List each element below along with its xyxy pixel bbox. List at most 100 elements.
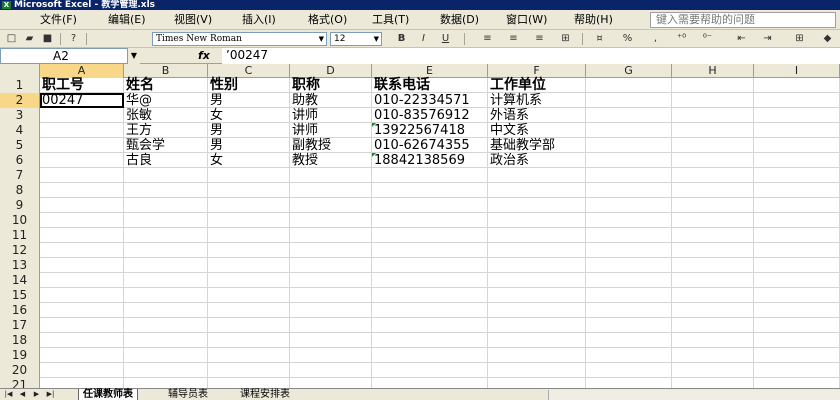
cell-g21[interactable] <box>586 378 672 388</box>
column-header-d[interactable]: D <box>290 64 372 78</box>
select-all-corner[interactable] <box>0 64 40 78</box>
cell-h2[interactable] <box>672 93 754 108</box>
cell-e21[interactable] <box>372 378 488 388</box>
cell-f15[interactable] <box>488 288 586 303</box>
cell-d15[interactable] <box>290 288 372 303</box>
menu-help[interactable]: 帮助(H) <box>574 13 613 27</box>
cell-g20[interactable] <box>586 363 672 378</box>
cell-f7[interactable] <box>488 168 586 183</box>
cell-f6[interactable]: 政治系 <box>488 153 586 168</box>
cell-c6[interactable]: 女 <box>208 153 290 168</box>
cell-a7[interactable] <box>40 168 124 183</box>
cell-h14[interactable] <box>672 273 754 288</box>
cell-g16[interactable] <box>586 303 672 318</box>
menu-format[interactable]: 格式(O) <box>308 13 347 27</box>
sheet-tab-counselors[interactable]: 辅导员表 <box>164 389 212 400</box>
cell-f3[interactable]: 外语系 <box>488 108 586 123</box>
cell-e8[interactable] <box>372 183 488 198</box>
cell-c13[interactable] <box>208 258 290 273</box>
name-box[interactable]: A2 <box>0 48 128 64</box>
cell-e14[interactable] <box>372 273 488 288</box>
cell-b9[interactable] <box>124 198 208 213</box>
column-header-g[interactable]: G <box>586 64 672 78</box>
cell-b10[interactable] <box>124 213 208 228</box>
cell-f5[interactable]: 基础教学部 <box>488 138 586 153</box>
cell-e15[interactable] <box>372 288 488 303</box>
row-header[interactable]: 20 <box>0 363 40 378</box>
row-header[interactable]: 11 <box>0 228 40 243</box>
cell-h16[interactable] <box>672 303 754 318</box>
cell-c2[interactable]: 男 <box>208 93 290 108</box>
cell-a13[interactable] <box>40 258 124 273</box>
cell-c21[interactable] <box>208 378 290 388</box>
cell-g6[interactable] <box>586 153 672 168</box>
cell-d19[interactable] <box>290 348 372 363</box>
align-center-icon[interactable]: ≡ <box>506 32 521 46</box>
cell-i18[interactable] <box>754 333 840 348</box>
cell-e20[interactable] <box>372 363 488 378</box>
row-header[interactable]: 4 <box>0 123 40 138</box>
cell-i15[interactable] <box>754 288 840 303</box>
comma-style-button[interactable]: , <box>648 32 663 46</box>
help-question-input[interactable]: 键入需要帮助的问题 <box>650 12 836 28</box>
cell-d20[interactable] <box>290 363 372 378</box>
row-header[interactable]: 18 <box>0 333 40 348</box>
cell-h18[interactable] <box>672 333 754 348</box>
cell-c15[interactable] <box>208 288 290 303</box>
align-right-icon[interactable]: ≡ <box>532 32 547 46</box>
cell-d16[interactable] <box>290 303 372 318</box>
column-header-c[interactable]: C <box>208 64 290 78</box>
cell-b12[interactable] <box>124 243 208 258</box>
cell-c10[interactable] <box>208 213 290 228</box>
row-header[interactable]: 8 <box>0 183 40 198</box>
cell-h4[interactable] <box>672 123 754 138</box>
first-sheet-icon[interactable]: |◀ <box>2 389 15 400</box>
cell-e17[interactable] <box>372 318 488 333</box>
fill-color-icon[interactable]: ◆ <box>820 32 835 46</box>
cell-b11[interactable] <box>124 228 208 243</box>
cell-d4[interactable]: 讲师 <box>290 123 372 138</box>
italic-button[interactable]: I <box>416 32 431 46</box>
cell-i4[interactable] <box>754 123 840 138</box>
cell-i21[interactable] <box>754 378 840 388</box>
percent-button[interactable]: % <box>620 32 635 46</box>
column-header-i[interactable]: I <box>754 64 840 78</box>
cell-i19[interactable] <box>754 348 840 363</box>
cell-h19[interactable] <box>672 348 754 363</box>
cell-e16[interactable] <box>372 303 488 318</box>
column-header-b[interactable]: B <box>124 64 208 78</box>
cell-g7[interactable] <box>586 168 672 183</box>
formula-input[interactable]: ’00247 <box>222 48 840 64</box>
cell-b4[interactable]: 王方 <box>124 123 208 138</box>
cell-b2[interactable]: 华@ <box>124 93 208 108</box>
cell-b3[interactable]: 张敏 <box>124 108 208 123</box>
cell-c9[interactable] <box>208 198 290 213</box>
column-header-f[interactable]: F <box>488 64 586 78</box>
cell-e6[interactable]: 18842138569 <box>372 153 488 168</box>
save-icon[interactable]: ■ <box>40 32 55 46</box>
row-header[interactable]: 16 <box>0 303 40 318</box>
cell-i17[interactable] <box>754 318 840 333</box>
cell-i5[interactable] <box>754 138 840 153</box>
cell-b8[interactable] <box>124 183 208 198</box>
name-box-dropdown-icon[interactable]: ▼ <box>128 48 140 64</box>
cell-e7[interactable] <box>372 168 488 183</box>
cell-h17[interactable] <box>672 318 754 333</box>
row-header[interactable]: 19 <box>0 348 40 363</box>
cell-d3[interactable]: 讲师 <box>290 108 372 123</box>
cell-d18[interactable] <box>290 333 372 348</box>
cell-b14[interactable] <box>124 273 208 288</box>
cell-a9[interactable] <box>40 198 124 213</box>
cell-d5[interactable]: 副教授 <box>290 138 372 153</box>
cell-a4[interactable] <box>40 123 124 138</box>
cell-d14[interactable] <box>290 273 372 288</box>
cell-f21[interactable] <box>488 378 586 388</box>
cell-a8[interactable] <box>40 183 124 198</box>
cell-c11[interactable] <box>208 228 290 243</box>
cell-f11[interactable] <box>488 228 586 243</box>
decrease-decimal-icon[interactable]: ⁰⁻ <box>700 32 715 46</box>
column-header-e[interactable]: E <box>372 64 488 78</box>
cell-e9[interactable] <box>372 198 488 213</box>
cell-a12[interactable] <box>40 243 124 258</box>
cell-b20[interactable] <box>124 363 208 378</box>
